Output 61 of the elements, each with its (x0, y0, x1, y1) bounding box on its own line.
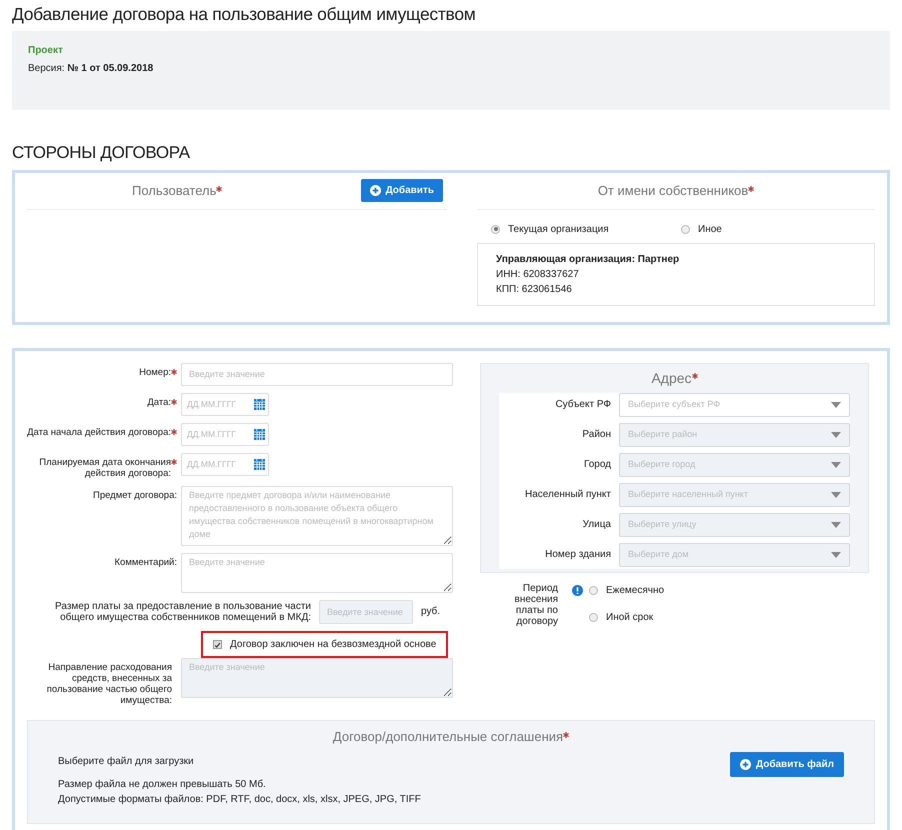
caret-icon (831, 492, 841, 498)
status-label: Проект (28, 44, 64, 58)
file-formats-note: Допустимые форматы файлов: PDF, RTF, doc, docx, xls, xlsx, JPEG, JPG, TIFF (58, 793, 421, 807)
section-heading: От имени собственников (598, 182, 748, 198)
calendar-icon[interactable] (254, 398, 265, 410)
field-label: Планируемая дата окончания действия договора: (38, 456, 171, 478)
radio-label: Текущая организация (508, 222, 609, 236)
caret-icon (831, 462, 841, 468)
section-heading: Пользователь (132, 182, 216, 198)
date-input-field[interactable]: ДД.ММ.ГГГГ (181, 392, 269, 416)
caret-icon (831, 522, 841, 528)
address-field-label: Номер здания (544, 548, 612, 562)
radio-label: Ежемесячно (606, 584, 664, 598)
radio-button[interactable] (681, 224, 690, 234)
calendar-icon[interactable] (254, 428, 265, 440)
add-file-button[interactable]: Добавить файл (730, 752, 844, 777)
text-input-field[interactable]: Введите значение (181, 362, 453, 386)
section-title: СТОРОНЫ ДОГОВОРА (12, 142, 191, 164)
payment-period-label: Период внесения платы по договору (514, 582, 558, 626)
currency-unit: руб. (421, 605, 440, 619)
plus-circle-icon (370, 185, 381, 196)
field-label: Комментарий: (114, 556, 177, 568)
upload-prompt: Выберите файл для загрузки (58, 755, 195, 769)
field-label: Дата: (147, 396, 171, 408)
textarea-field[interactable]: Введите предмет договора и/или наименование предоставленного в пользование объекта общего имущества собственников помещений в многоквартирном доме (181, 486, 453, 546)
caret-icon (831, 552, 841, 558)
plus-circle-icon (740, 759, 751, 770)
textarea-field[interactable]: Введите значение (181, 552, 453, 592)
field-label: Номер: (139, 366, 171, 378)
calendar-icon[interactable] (254, 458, 265, 470)
radio-button[interactable] (491, 224, 500, 234)
caret-icon (831, 402, 841, 408)
expense-direction-label: Направление расходования средств, внесенных за пользование частью общего имущества: (46, 660, 173, 706)
address-field-label: Населенный пункт (524, 488, 612, 502)
section-heading: Договор/дополнительные соглашения (332, 728, 564, 744)
radio-label: Иной срок (606, 610, 654, 624)
address-field-label: Район (581, 428, 612, 442)
free-basis-checkbox[interactable]: Договор заключен на безвозмездной основе (201, 630, 448, 658)
address-field-label: Субъект РФ (554, 398, 612, 412)
address-dropdown[interactable]: Выберите субъект РФ (619, 392, 850, 416)
radio-label: Иное (698, 222, 722, 236)
date-input-field[interactable]: ДД.ММ.ГГГГ (181, 452, 269, 476)
radio-button[interactable] (589, 612, 598, 622)
checkbox-icon[interactable] (213, 640, 222, 648)
address-field-label: Улица (582, 518, 612, 532)
page-title: Добавление договора на пользование общим имуществом (12, 4, 477, 25)
section-heading: Адрес (651, 370, 692, 386)
info-icon[interactable] (572, 584, 583, 596)
field-label: Предмет договора: (92, 490, 177, 500)
organization-name: Управляющая организация: Партнер (496, 252, 680, 266)
version-text: Версия: № 1 от 05.09.2018 (28, 62, 154, 76)
radio-button[interactable] (589, 586, 598, 594)
fee-label: Размер платы за предоставление в пользование части общего имущества собственников помещений в МКД: (54, 600, 311, 622)
kpp-text: КПП: 623061546 (496, 282, 573, 296)
address-field-label: Город (582, 458, 612, 472)
field-label: Дата начала действия договора: (27, 426, 171, 438)
file-size-note: Размер файла не должен превышать 50 Мб. (58, 778, 267, 792)
date-input-field[interactable]: ДД.ММ.ГГГГ (181, 422, 269, 446)
add-button[interactable]: Добавить (360, 179, 443, 202)
inn-text: ИНН: 6208337627 (496, 268, 580, 282)
caret-icon (831, 432, 841, 438)
